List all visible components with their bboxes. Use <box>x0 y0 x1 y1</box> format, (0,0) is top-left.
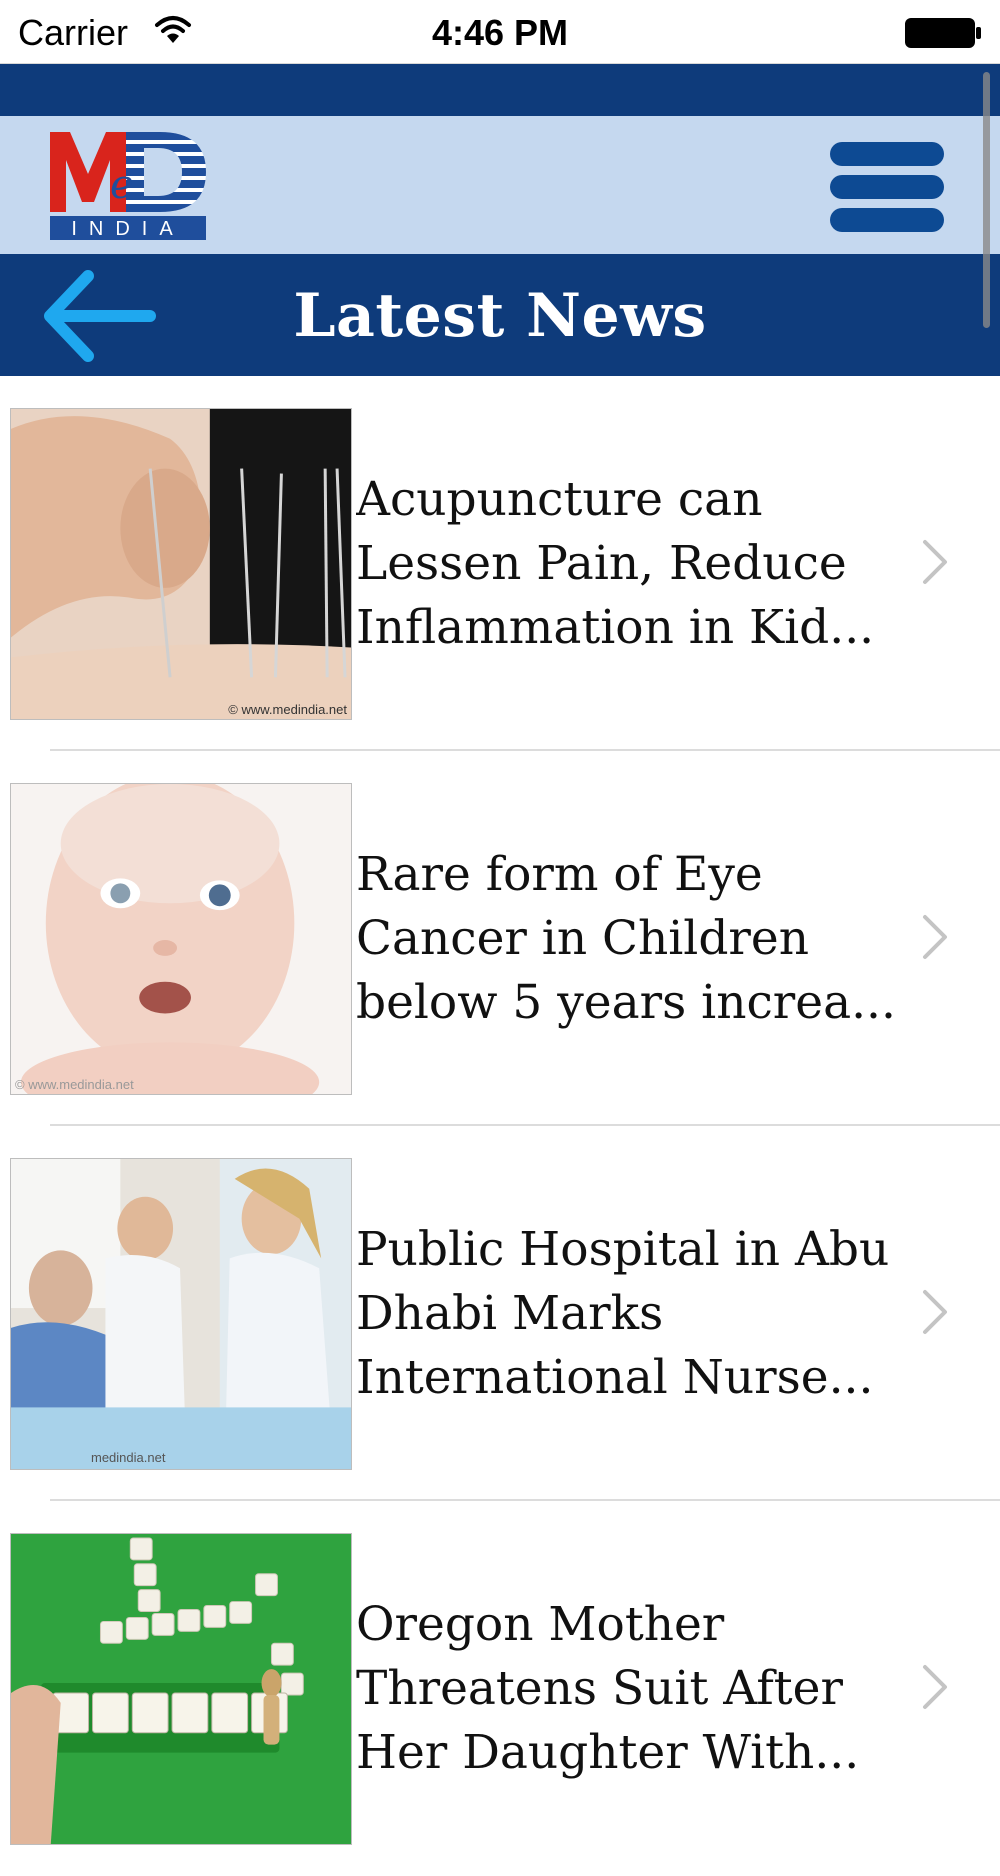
news-headline: Rare form of Eye Cancer in Children belo… <box>356 846 896 1030</box>
news-headline: Oregon Mother Threatens Suit After Her D… <box>356 1596 860 1780</box>
hamburger-menu-icon[interactable] <box>826 138 948 236</box>
chevron-right-icon <box>923 1290 947 1334</box>
top-strip <box>0 64 1000 116</box>
news-item[interactable]: Oregon Mother Threatens Suit After Her D… <box>0 1501 1000 1876</box>
chevron-right-icon <box>923 915 947 959</box>
news-item[interactable]: © www.medindia.net Rare form of Eye Canc… <box>0 751 1000 1126</box>
news-headline: Public Hospital in Abu Dhabi Marks Inter… <box>356 1221 890 1405</box>
baby-photo: © www.medindia.net <box>10 783 352 1095</box>
image-watermark: © www.medindia.net <box>15 1077 134 1092</box>
news-headline: Acupuncture can Lessen Pain, Reduce Infl… <box>356 471 875 655</box>
news-item[interactable]: © www.medindia.net Acupuncture can Lesse… <box>0 376 1000 751</box>
status-clock: 4:46 PM <box>431 12 569 53</box>
news-item[interactable]: medindia.net Public Hospital in Abu Dhab… <box>0 1126 1000 1501</box>
svg-text:INDIA: INDIA <box>71 218 184 240</box>
image-watermark: medindia.net <box>91 1450 166 1465</box>
chevron-right-icon <box>923 1665 947 1709</box>
page-title: Latest News <box>293 281 707 351</box>
svg-text:e: e <box>110 162 134 208</box>
image-watermark: © www.medindia.net <box>228 702 347 717</box>
medindia-logo[interactable]: e INDIA <box>48 130 208 242</box>
battery-icon <box>905 18 981 48</box>
acupuncture-photo: © www.medindia.net <box>10 408 352 720</box>
status-bar: Carrier 4:46 PM <box>0 0 1000 64</box>
chevron-right-icon <box>923 540 947 584</box>
scrollbar[interactable] <box>983 72 990 328</box>
hospital-photo: medindia.net <box>10 1158 352 1470</box>
autism-photo <box>10 1533 352 1845</box>
